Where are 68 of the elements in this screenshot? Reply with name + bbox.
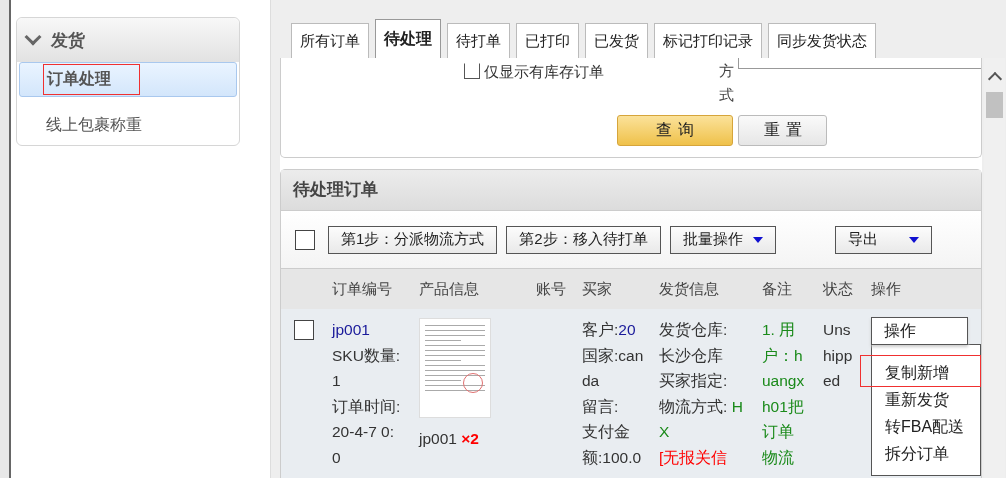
tab[interactable]: 标记打印记录 [654,23,762,58]
tab[interactable]: 所有订单 [291,23,369,58]
checkbox[interactable] [295,229,315,250]
field-label: 方式 [719,61,734,105]
checkbox-label: 仅显示有库存订单 [484,63,604,82]
checkbox[interactable] [294,320,314,340]
cell-text: 国家:can [582,345,645,366]
menu-item[interactable]: 拆分订单 [872,440,980,467]
cell-text: ed [823,371,842,391]
cell-text: Uns [823,320,852,340]
cell-text: 客户:20 [582,320,637,340]
column-header: 发货信息 [659,279,720,299]
cell-text: X [659,422,671,442]
cell-text: 额:100.0 [582,447,643,468]
menu-item[interactable]: 转FBA配送 [872,413,980,440]
tab[interactable]: 待处理 [375,19,441,58]
highlight-box: 订单处理 [44,65,139,94]
cell-text: da [582,371,601,391]
scroll-thumb[interactable] [986,92,1003,118]
cell-text: 物流方式: H [659,396,744,417]
cell-text: SKU数量: [332,345,402,366]
cell-text: [无报关信 [659,447,729,468]
cell-text: 留言: [582,396,620,417]
sidebar-item[interactable]: 订单处理 [19,62,237,97]
cell-text: hipp [823,345,854,366]
sidebar-title: 发货 [51,29,85,52]
cell-text: 长沙仓库 [659,345,724,366]
tab[interactable]: 已打印 [516,23,579,58]
cell-text: 1 [332,371,342,391]
column-header: 操作 [871,279,902,299]
toolbar-button[interactable]: 第2步：移入待打单 [506,225,661,254]
cell-text: 买家指定: [659,371,729,391]
cell-text: h01把 [762,396,805,417]
caret-icon [752,236,763,243]
sidebar-item[interactable]: 线上包裹称重 [19,109,237,142]
column-header: 状态 [823,279,854,299]
cell-text: jp001 [332,320,371,340]
cell-text: 订单 [762,422,795,442]
cell-text: 物流 [762,447,795,468]
cell-text: 1. 用 [762,320,797,340]
cell-text: 发货仓库: [659,320,729,340]
section-title: 待处理订单 [281,170,981,211]
select-field[interactable] [738,58,981,69]
cell-text: 20-4-7 0: [332,422,396,442]
cell-text: 户：h [762,345,804,366]
menu-item[interactable]: 复制新增 [872,359,980,386]
cell-text: uangx [762,371,806,391]
toolbar-button[interactable]: 第1步：分派物流方式 [328,225,498,254]
search-button[interactable]: 查询 [617,115,733,146]
cell-text: 0 [332,447,342,468]
reset-button[interactable]: 重置 [738,115,827,146]
actions-button[interactable]: 操作 [871,317,968,345]
product-name: jp001 ×2 [419,430,480,448]
cell-text: 支付金 [582,422,631,442]
tab[interactable]: 同步发货状态 [768,23,876,58]
tab[interactable]: 待打单 [447,23,510,58]
column-header: 订单编号 [332,279,393,299]
column-header: 账号 [536,279,567,299]
column-header: 买家 [582,279,613,299]
menu-item[interactable]: 重新发货 [872,386,980,413]
sidebar-header[interactable]: 发货 [17,18,239,62]
column-header: 备注 [762,279,793,299]
dropdown-button[interactable]: 导出 [834,225,932,254]
tab[interactable]: 已发货 [585,23,648,58]
column-header: 产品信息 [419,279,480,299]
cell-text: 订单时间: [332,396,402,417]
dropdown-button[interactable]: 批量操作 [669,225,776,254]
caret-icon [908,236,919,243]
